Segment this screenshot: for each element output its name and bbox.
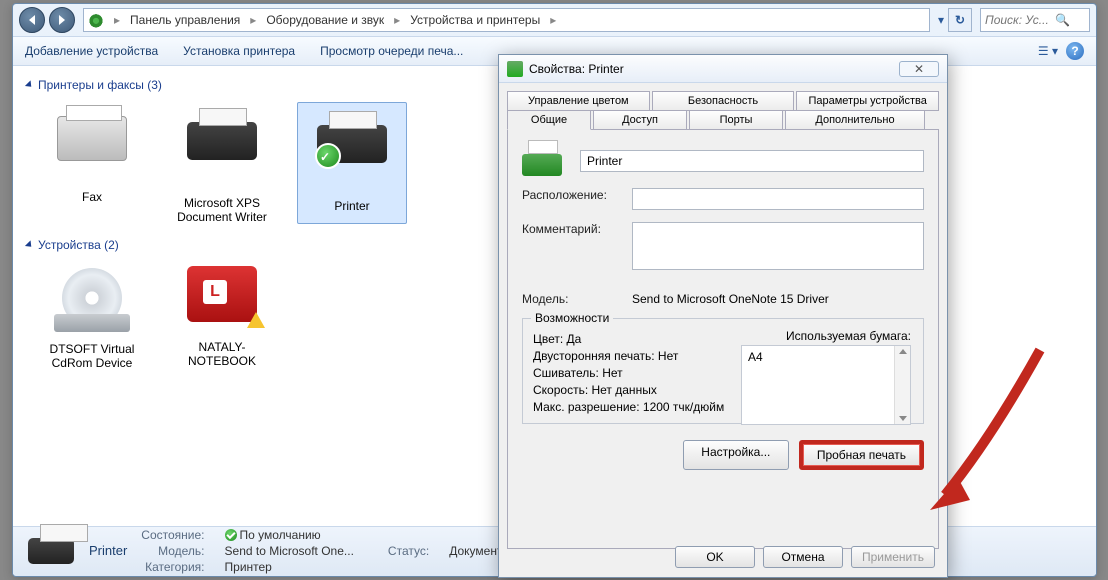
search-input[interactable]: 🔍	[980, 8, 1090, 32]
view-queue-button[interactable]: Просмотр очереди печа...	[320, 44, 463, 58]
state-value: По умолчанию	[225, 528, 354, 542]
close-button[interactable]: ✕	[899, 61, 939, 77]
view-options-icon[interactable]: ☰ ▾	[1038, 44, 1058, 58]
paper-size: A4	[748, 350, 763, 364]
category-value: Принтер	[225, 560, 354, 574]
control-panel-icon	[88, 12, 104, 28]
device-label: DTSOFT Virtual CdRom Device	[37, 342, 147, 370]
tab-strip: Управление цветом Безопасность Параметры…	[507, 91, 939, 549]
device-item-nataly[interactable]: NATALY-NOTEBOOK	[167, 262, 277, 370]
expand-icon	[25, 240, 34, 249]
device-label: Printer	[300, 199, 404, 213]
dialog-footer: OK Отмена Применить	[499, 537, 947, 577]
help-icon[interactable]: ?	[1066, 42, 1084, 60]
computer-icon	[187, 266, 257, 322]
tab-general[interactable]: Общие	[507, 110, 591, 130]
location-input[interactable]	[632, 188, 924, 210]
tab-ports[interactable]: Порты	[689, 110, 783, 130]
breadcrumb-segment[interactable]: Устройства и принтеры	[406, 11, 544, 29]
tab-panel-general: Расположение: Комментарий: Модель: Send …	[507, 129, 939, 549]
comment-input[interactable]	[632, 222, 924, 270]
model-value: Send to Microsoft One...	[225, 544, 354, 558]
cancel-button[interactable]: Отмена	[763, 546, 843, 568]
tab-device-settings[interactable]: Параметры устройства	[796, 91, 939, 111]
check-icon	[225, 529, 237, 541]
capabilities-group: Возможности Цвет: Да Двусторонняя печать…	[522, 318, 924, 424]
chevron-right-icon: ▸	[246, 13, 260, 27]
category-key: Категория:	[141, 560, 204, 574]
status-key: Статус:	[388, 544, 429, 558]
scrollbar[interactable]	[894, 346, 910, 424]
printer-name-input[interactable]	[580, 150, 924, 172]
expand-icon	[25, 80, 34, 89]
dropdown-icon[interactable]: ▾	[938, 13, 944, 27]
add-printer-button[interactable]: Установка принтера	[183, 44, 295, 58]
paper-listbox[interactable]: A4	[741, 345, 911, 425]
nav-bar: ▸ Панель управления ▸ Оборудование и зву…	[13, 4, 1096, 36]
capabilities-title: Возможности	[531, 311, 613, 325]
model-key: Модель:	[141, 544, 204, 558]
refresh-button[interactable]: ↻	[948, 8, 972, 32]
breadcrumb-segment[interactable]: Панель управления	[126, 11, 244, 29]
printing-preferences-button[interactable]: Настройка...	[683, 440, 789, 470]
apply-button[interactable]: Применить	[851, 546, 935, 568]
state-key: Состояние:	[141, 528, 204, 542]
printer-icon	[27, 532, 75, 570]
device-item-fax[interactable]: Fax	[37, 102, 147, 224]
dialog-body: Управление цветом Безопасность Параметры…	[499, 83, 947, 557]
device-item-xps[interactable]: Microsoft XPS Document Writer	[167, 102, 277, 224]
chevron-right-icon: ▸	[390, 13, 404, 27]
comment-label: Комментарий:	[522, 222, 622, 236]
breadcrumb[interactable]: ▸ Панель управления ▸ Оборудование и зву…	[83, 8, 930, 32]
device-label: Microsoft XPS Document Writer	[167, 196, 277, 224]
device-item-dtsoft[interactable]: DTSOFT Virtual CdRom Device	[37, 262, 147, 370]
device-item-printer[interactable]: ✓ Printer	[297, 102, 407, 224]
model-label: Модель:	[522, 292, 622, 306]
search-field[interactable]	[985, 13, 1055, 27]
device-label: NATALY-NOTEBOOK	[167, 340, 277, 368]
chevron-right-icon: ▸	[546, 13, 560, 27]
printer-icon	[187, 122, 257, 160]
tab-color-management[interactable]: Управление цветом	[507, 91, 650, 111]
add-device-button[interactable]: Добавление устройства	[25, 44, 158, 58]
details-name: Printer	[89, 543, 127, 558]
printer-icon	[507, 61, 523, 77]
device-label: Fax	[37, 190, 147, 204]
print-test-page-button[interactable]: Пробная печать	[799, 440, 924, 470]
back-button[interactable]	[19, 7, 45, 33]
group-title: Принтеры и факсы (3)	[38, 78, 162, 92]
chevron-right-icon: ▸	[110, 13, 124, 27]
model-value: Send to Microsoft OneNote 15 Driver	[632, 292, 829, 306]
tab-sharing[interactable]: Доступ	[593, 110, 687, 130]
group-title: Устройства (2)	[38, 238, 119, 252]
dialog-titlebar[interactable]: Свойства: Printer ✕	[499, 55, 947, 83]
ok-button[interactable]: OK	[675, 546, 755, 568]
forward-button[interactable]	[49, 7, 75, 33]
paper-label: Используемая бумага:	[786, 329, 911, 343]
printer-icon	[522, 144, 562, 176]
printer-properties-dialog: Свойства: Printer ✕ Управление цветом Бе…	[498, 54, 948, 578]
location-label: Расположение:	[522, 188, 622, 202]
tab-advanced[interactable]: Дополнительно	[785, 110, 925, 130]
disc-drive-icon	[62, 268, 122, 328]
dialog-title: Свойства: Printer	[529, 62, 624, 76]
printer-default-icon: ✓	[317, 125, 387, 163]
breadcrumb-segment[interactable]: Оборудование и звук	[262, 11, 388, 29]
tab-security[interactable]: Безопасность	[652, 91, 795, 111]
fax-icon	[57, 116, 127, 161]
search-icon: 🔍	[1055, 13, 1070, 27]
